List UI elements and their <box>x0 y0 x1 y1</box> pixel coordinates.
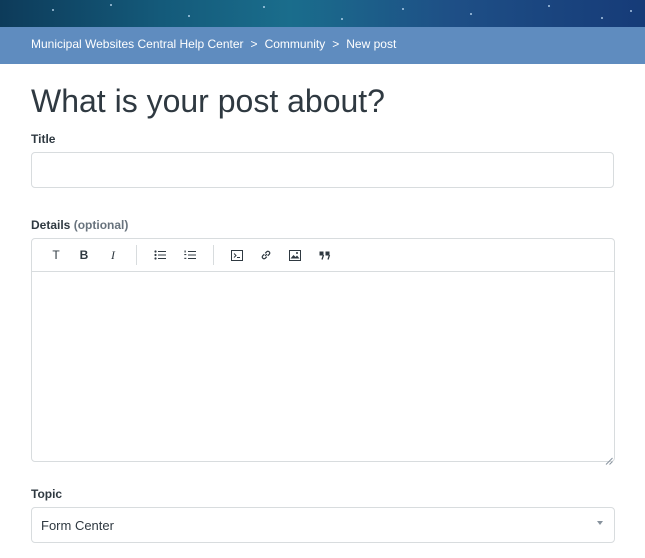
numbered-list-icon[interactable] <box>182 247 198 263</box>
bulleted-list-icon[interactable] <box>152 247 168 263</box>
star-decoration <box>263 6 265 8</box>
page-title: What is your post about? <box>31 83 385 119</box>
details-label: Details (optional) <box>31 218 128 232</box>
details-textarea[interactable] <box>32 272 614 461</box>
toolbar-divider <box>213 245 214 265</box>
title-label: Title <box>31 132 56 146</box>
star-decoration <box>402 8 404 10</box>
star-decoration <box>341 18 343 20</box>
breadcrumb: Municipal Websites Central Help Center >… <box>31 37 396 51</box>
topic-select[interactable]: Form Center <box>31 507 615 543</box>
breadcrumb-separator: > <box>250 37 258 51</box>
topic-label: Topic <box>31 487 63 501</box>
star-decoration <box>470 13 472 15</box>
details-label-text: Details <box>31 218 71 232</box>
breadcrumb-link-help-center[interactable]: Municipal Websites Central Help Center <box>31 37 244 51</box>
resize-handle[interactable] <box>605 452 613 465</box>
text-style-icon[interactable]: T <box>48 247 64 263</box>
star-decoration <box>52 9 54 11</box>
breadcrumb-link-new-post[interactable]: New post <box>346 37 396 51</box>
star-decoration <box>548 5 550 7</box>
link-icon[interactable] <box>258 247 274 263</box>
title-input[interactable] <box>31 152 614 188</box>
star-decoration <box>601 17 603 19</box>
bold-icon[interactable]: B <box>76 247 92 263</box>
star-decoration <box>110 4 112 6</box>
italic-icon[interactable]: I <box>105 247 121 263</box>
details-editor: T B I <box>31 238 615 465</box>
chevron-down-icon <box>597 521 603 525</box>
toolbar-divider <box>136 245 137 265</box>
topic-selected-value: Form Center <box>41 518 114 533</box>
breadcrumb-bar: Municipal Websites Central Help Center >… <box>0 27 645 64</box>
breadcrumb-link-community[interactable]: Community <box>265 37 326 51</box>
details-optional-text: (optional) <box>73 218 129 232</box>
breadcrumb-separator: > <box>332 37 340 51</box>
hero-banner <box>0 0 645 27</box>
star-decoration <box>188 15 190 17</box>
quote-icon[interactable] <box>317 247 333 263</box>
image-icon[interactable] <box>287 247 303 263</box>
star-decoration <box>630 10 632 12</box>
editor-toolbar: T B I <box>32 239 614 272</box>
code-block-icon[interactable] <box>229 247 245 263</box>
